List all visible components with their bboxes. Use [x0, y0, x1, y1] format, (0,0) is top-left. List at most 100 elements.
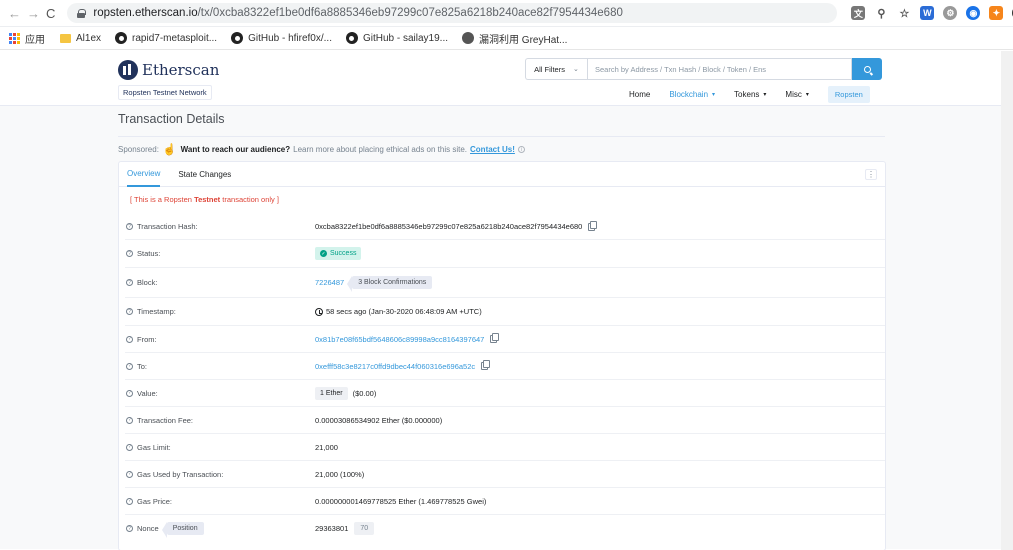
row-gas-price: ? Gas Price: 0.000000001469778525 Ether (…: [125, 488, 885, 515]
search-icon: [863, 65, 871, 73]
github-icon: [345, 32, 358, 44]
gas-used-label: Gas Used by Transaction:: [137, 469, 224, 479]
url-host: ropsten.etherscan.io: [93, 7, 198, 19]
value-label: Value:: [137, 388, 158, 398]
network-label: Ropsten Testnet Network: [118, 85, 212, 100]
help-icon[interactable]: ?: [126, 525, 133, 532]
bookmark-al1ex[interactable]: Al1ex: [59, 32, 101, 44]
help-icon[interactable]: ?: [126, 223, 133, 230]
bookmark-hfiref0x[interactable]: GitHub - hfiref0x/...: [231, 32, 332, 44]
chevron-down-icon: ▾: [712, 91, 716, 98]
fee-label: Transaction Fee:: [137, 415, 193, 425]
bookmark-label: 应用: [25, 34, 45, 46]
bookmark-sailay[interactable]: GitHub - sailay19...: [345, 32, 448, 44]
back-button[interactable]: ←: [8, 5, 21, 21]
url-path: /tx/0xcba8322ef1be0df6a8885346eb97299c07…: [197, 7, 623, 19]
lock-icon: [77, 8, 87, 18]
bookmark-metasploit[interactable]: rapid7-metasploit...: [115, 32, 217, 44]
nav-tokens[interactable]: Tokens ▾: [734, 90, 766, 99]
zoom-icon[interactable]: ⚲: [874, 6, 888, 20]
help-icon[interactable]: ?: [126, 470, 133, 478]
row-status: ? Status: ✓ Success: [125, 240, 885, 268]
transaction-hash: 0xcba8322ef1be0df6a8885346eb97299c07e825…: [315, 222, 583, 231]
value-ether-badge: 1 Ether: [315, 386, 348, 400]
bookmark-label: rapid7-metasploit...: [132, 32, 218, 44]
filter-label: All Filters: [534, 64, 565, 74]
site-header: Etherscan Ropsten Testnet Network All Fi…: [0, 50, 1013, 106]
sponsor-text: Learn more about placing ethical ads on …: [293, 145, 468, 154]
sponsor-headline: Want to reach our audience?: [180, 145, 291, 154]
bookmark-greyhat[interactable]: 漏洞利用 GreyHat...: [462, 31, 567, 46]
page-body: Transaction Details Sponsored: ☝ Want to…: [0, 106, 1013, 550]
chevron-down-icon: ▾: [805, 91, 809, 98]
copy-icon[interactable]: [490, 333, 500, 343]
help-icon[interactable]: ?: [126, 416, 133, 424]
help-icon[interactable]: ?: [126, 362, 133, 370]
block-label: Block:: [137, 278, 158, 287]
block-link[interactable]: 7226487: [315, 278, 344, 287]
nav-blockchain[interactable]: Blockchain ▾: [669, 90, 715, 99]
translate-icon[interactable]: 文: [851, 6, 866, 20]
etherscan-logo[interactable]: Etherscan: [118, 60, 219, 80]
gas-price-value: 0.000000001469778525 Ether (1.469778525 …: [315, 496, 487, 506]
extension-icons: 文 ⚲ ☆ W ⚙ ◉ ✦ ●: [851, 6, 1013, 20]
check-circle-icon: ✓: [320, 250, 327, 257]
nav-misc[interactable]: Misc ▾: [785, 90, 808, 99]
chevron-down-icon: ⌄: [572, 66, 579, 73]
search-input[interactable]: Search by Address / Txn Hash / Block / T…: [587, 58, 852, 80]
help-icon[interactable]: ?: [126, 308, 133, 315]
fee-value: 0.00003086534902 Ether ($0.000000): [315, 415, 443, 425]
info-icon[interactable]: i: [517, 146, 525, 153]
to-address-link[interactable]: 0xefff58c3e8217c0ffd9dbec44f060316e696a5…: [315, 362, 475, 371]
copy-icon[interactable]: [481, 360, 491, 370]
network-switch-button[interactable]: Ropsten: [827, 85, 870, 103]
github-icon: [231, 32, 244, 44]
forward-button[interactable]: →: [27, 5, 40, 21]
from-label: From:: [137, 334, 157, 344]
testnet-notice: [ This is a Ropsten Testnet transaction …: [130, 195, 279, 204]
search-bar: All Filters ⌄ Search by Address / Txn Ha…: [525, 58, 882, 80]
gas-price-label: Gas Price:: [137, 496, 173, 506]
help-icon[interactable]: ?: [126, 250, 133, 257]
tab-overview[interactable]: Overview: [127, 162, 161, 187]
word-extension-icon[interactable]: W: [920, 6, 935, 20]
page-scrollbar[interactable]: [1001, 51, 1013, 550]
help-icon[interactable]: ?: [126, 389, 133, 397]
nonce-value: 29363801: [315, 524, 349, 533]
bookmark-apps[interactable]: 应用: [8, 31, 45, 46]
help-icon[interactable]: ?: [126, 279, 133, 286]
value-usd: ($0.00): [352, 388, 377, 398]
extension-icon[interactable]: ⚙: [943, 6, 958, 20]
position-label-badge: Position: [161, 522, 204, 538]
reload-button[interactable]: C: [46, 5, 55, 21]
star-icon[interactable]: ☆: [897, 6, 911, 20]
bookmark-label: 漏洞利用 GreyHat...: [479, 34, 568, 46]
extension-icon-blue[interactable]: ◉: [966, 6, 981, 20]
pointer-hand-icon: ☝: [162, 144, 177, 156]
globe-icon: [462, 32, 475, 44]
main-nav: Home Blockchain ▾ Tokens ▾ Misc ▾ Ropsten: [629, 85, 870, 103]
contact-us-link[interactable]: Contact Us!: [470, 145, 515, 154]
help-icon[interactable]: ?: [126, 497, 133, 505]
chevron-down-icon: ▾: [763, 91, 767, 98]
help-icon[interactable]: ?: [126, 443, 133, 451]
testnet-notice-post: transaction only ]: [220, 195, 279, 204]
address-bar[interactable]: ropsten.etherscan.io/tx/0xcba8322ef1be0d…: [67, 3, 838, 23]
nav-home[interactable]: Home: [629, 90, 650, 99]
search-filter-dropdown[interactable]: All Filters ⌄: [525, 58, 587, 80]
bookmarks-bar: 应用 Al1ex rapid7-metasploit... GitHub - h…: [0, 27, 1013, 50]
tab-state-changes[interactable]: State Changes: [178, 162, 231, 187]
nonce-label: Nonce: [137, 524, 159, 533]
more-options-icon[interactable]: ⋮: [865, 169, 877, 180]
row-transaction-fee: ? Transaction Fee: 0.00003086534902 Ether…: [125, 407, 885, 434]
from-address-link[interactable]: 0x81b7e08f65bdf5648606c89998a9cc81643976…: [315, 335, 484, 344]
testnet-notice-bold: Testnet: [194, 195, 221, 204]
search-button[interactable]: [852, 58, 882, 80]
help-icon[interactable]: ?: [126, 335, 133, 343]
logo-text: Etherscan: [142, 61, 220, 79]
etherscan-logo-icon: [118, 60, 138, 80]
bookmark-label: GitHub - hfiref0x/...: [248, 32, 332, 44]
copy-icon[interactable]: [588, 220, 598, 231]
metamask-icon[interactable]: ✦: [989, 6, 1004, 20]
apps-grid-icon: [8, 32, 20, 44]
